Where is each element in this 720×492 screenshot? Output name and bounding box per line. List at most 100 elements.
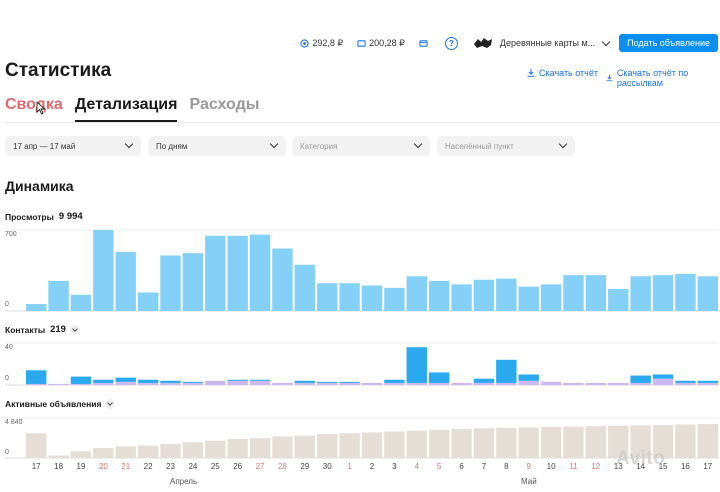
month-label-may: Май bbox=[521, 477, 537, 486]
contacts-bar bbox=[70, 376, 92, 384]
active-ads-bar bbox=[675, 424, 696, 458]
contacts-bar bbox=[294, 380, 316, 383]
contacts-secondary-bar bbox=[115, 381, 136, 385]
x-tick-label: 10 bbox=[546, 462, 556, 471]
active-ads-bar bbox=[115, 446, 136, 458]
x-tick-label: 26 bbox=[233, 462, 243, 471]
contacts-bar bbox=[249, 379, 271, 381]
active-ads-bar bbox=[205, 440, 226, 458]
contacts-secondary-bar bbox=[93, 382, 114, 385]
active-ads-bar bbox=[339, 433, 360, 458]
views-bar bbox=[518, 286, 539, 311]
views-bar bbox=[70, 294, 92, 311]
contacts-secondary-bar bbox=[451, 382, 472, 385]
active-ads-bar bbox=[93, 448, 114, 458]
contacts-secondary-bar bbox=[70, 383, 92, 385]
views-bar bbox=[563, 275, 584, 311]
x-tick-label: 29 bbox=[300, 462, 310, 471]
contacts-bar bbox=[697, 380, 718, 383]
contacts-secondary-bar bbox=[205, 380, 226, 385]
active-ads-bar bbox=[70, 451, 92, 458]
x-tick-label: 21 bbox=[121, 462, 131, 471]
views-bar bbox=[93, 230, 114, 311]
contacts-bar bbox=[652, 374, 674, 379]
x-tick-label: 20 bbox=[98, 462, 108, 471]
active-ads-bar bbox=[137, 445, 159, 458]
x-tick-label: 17 bbox=[703, 462, 713, 471]
x-tick-label: 18 bbox=[54, 462, 64, 471]
active-ads-bar bbox=[384, 431, 405, 458]
avito-watermark: Avito bbox=[616, 448, 666, 469]
contacts-bar bbox=[630, 375, 651, 383]
contacts-secondary-bar bbox=[585, 382, 607, 385]
contacts-secondary-bar bbox=[227, 380, 248, 385]
contacts-bar bbox=[473, 378, 495, 383]
contacts-bar bbox=[428, 372, 450, 383]
contacts-bar bbox=[675, 380, 696, 383]
x-tick-label: 4 bbox=[414, 462, 419, 471]
views-bar bbox=[697, 276, 718, 311]
views-bar bbox=[540, 284, 562, 311]
contacts-bar bbox=[317, 381, 338, 383]
x-tick-label: 2 bbox=[369, 462, 375, 471]
contacts-secondary-bar bbox=[652, 378, 674, 385]
contacts-secondary-bar bbox=[160, 382, 181, 385]
contacts-secondary-bar bbox=[137, 382, 159, 385]
x-tick-label: 7 bbox=[481, 462, 487, 471]
views-bar bbox=[473, 279, 495, 311]
contacts-secondary-bar bbox=[384, 382, 405, 385]
x-tick-label: 6 bbox=[459, 462, 464, 471]
x-tick-label: 5 bbox=[436, 462, 442, 471]
contacts-secondary-bar bbox=[272, 382, 293, 385]
views-bar bbox=[384, 287, 405, 311]
contacts-secondary-bar bbox=[361, 382, 383, 385]
month-label-april: Апрель bbox=[170, 477, 198, 486]
views-bar bbox=[675, 273, 696, 311]
views-bar bbox=[630, 276, 651, 311]
contacts-bar bbox=[160, 380, 181, 383]
x-tick-label: 1 bbox=[347, 462, 352, 471]
contacts-secondary-bar bbox=[630, 382, 651, 385]
contacts-bar bbox=[496, 359, 517, 383]
active-ads-bar bbox=[585, 426, 607, 458]
views-bar bbox=[406, 276, 427, 311]
active-ads-bar bbox=[406, 430, 427, 458]
views-bar bbox=[115, 251, 136, 311]
x-tick-label: 27 bbox=[255, 462, 265, 471]
dynamics-chart bbox=[5, 229, 719, 459]
x-tick-label: 23 bbox=[166, 462, 175, 471]
x-tick-label: 3 bbox=[392, 462, 397, 471]
views-bar bbox=[608, 289, 629, 311]
contacts-secondary-bar bbox=[473, 382, 495, 385]
active-ads-bar bbox=[697, 424, 718, 458]
contacts-bar bbox=[93, 379, 114, 383]
x-tick-label: 25 bbox=[210, 462, 220, 471]
x-tick-label: 8 bbox=[504, 462, 509, 471]
x-tick-label: 28 bbox=[277, 462, 287, 471]
contacts-secondary-bar bbox=[406, 382, 427, 385]
active-ads-bar bbox=[428, 429, 450, 458]
contacts-bar bbox=[26, 370, 47, 384]
contacts-secondary-bar bbox=[563, 382, 584, 385]
views-bar bbox=[249, 234, 271, 311]
contacts-secondary-bar bbox=[26, 383, 47, 385]
x-tick-label: 19 bbox=[76, 462, 86, 471]
views-bar bbox=[272, 248, 293, 311]
contacts-secondary-bar bbox=[518, 380, 539, 385]
contacts-bar bbox=[182, 381, 204, 383]
views-bar bbox=[361, 285, 383, 311]
views-bar bbox=[317, 283, 338, 311]
active-ads-bar bbox=[249, 438, 271, 458]
active-ads-bar bbox=[26, 433, 47, 458]
views-bar bbox=[26, 304, 47, 311]
views-bar bbox=[48, 280, 69, 311]
active-ads-bar bbox=[518, 427, 539, 458]
active-ads-bar bbox=[48, 455, 69, 458]
contacts-secondary-bar bbox=[608, 382, 629, 385]
x-tick-label: 30 bbox=[322, 462, 332, 471]
x-tick-label: 12 bbox=[591, 462, 601, 471]
active-ads-bar bbox=[294, 435, 316, 458]
active-ads-bar bbox=[317, 434, 338, 458]
contacts-secondary-bar bbox=[540, 381, 562, 385]
x-tick-label: 11 bbox=[569, 462, 578, 471]
